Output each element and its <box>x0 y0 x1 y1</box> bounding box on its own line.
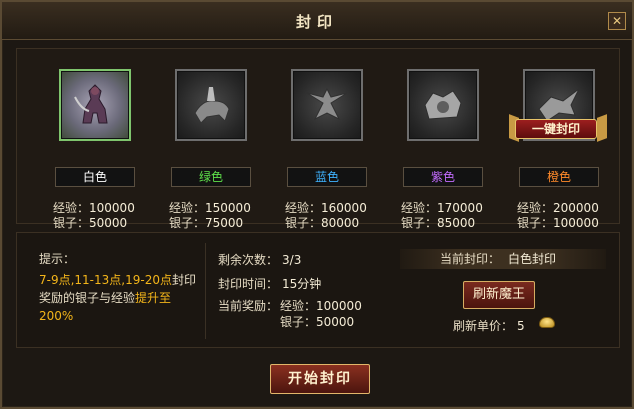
grade-label-green[interactable]: 绿色 <box>171 167 251 187</box>
reward-exp: 经验：100000 <box>280 299 362 313</box>
grade-label-orange[interactable]: 橙色 <box>519 167 599 187</box>
tip-label: 提示： <box>39 252 76 266</box>
window-title: 封印 <box>295 13 338 31</box>
info-panel: 提示： 7-9点,11-13点,19-20点封印奖励的银子与经验提升至 200% … <box>16 232 620 348</box>
grade-silver-purple: 银子：85000 <box>401 216 476 230</box>
refresh-boss-button[interactable]: 刷新魔王 <box>463 281 535 309</box>
monster-portrait-white[interactable] <box>59 69 131 141</box>
start-seal-button[interactable]: 开始封印 <box>270 364 370 394</box>
seal-time: 封印时间： 15分钟 <box>218 277 322 291</box>
divider <box>205 243 206 339</box>
beast-rider-icon <box>194 87 230 124</box>
grade-silver-blue: 银子：80000 <box>285 216 360 230</box>
monster-portrait-purple[interactable] <box>407 69 479 141</box>
armored-beast-icon <box>424 90 462 120</box>
winged-demon-icon <box>306 87 348 121</box>
monster-portrait-blue[interactable] <box>291 69 363 141</box>
grade-panel: 白色 经验：100000 银子：50000 绿色 经验：150000 银子：75… <box>16 48 620 230</box>
one-key-seal-button[interactable]: 一键封印 <box>515 119 597 139</box>
grade-label-white[interactable]: 白色 <box>55 167 135 187</box>
title-bar: 封印 ✕ <box>2 2 632 40</box>
grade-silver-orange: 银子：100000 <box>517 216 599 230</box>
seal-window: 封印 ✕ 白色 经验：100000 银子：50000 绿色 经验：150000 … <box>0 0 634 409</box>
grade-label-purple[interactable]: 紫色 <box>403 167 483 187</box>
grade-label-blue[interactable]: 蓝色 <box>287 167 367 187</box>
current-reward-label: 当前奖励： <box>218 299 279 313</box>
wing-right-icon <box>597 114 607 142</box>
refresh-price: 刷新单价： 5 <box>453 319 525 333</box>
monster-portrait-green[interactable] <box>175 69 247 141</box>
reward-silver: 银子：50000 <box>280 315 355 329</box>
current-seal: 当前封印： 白色封印 <box>400 249 606 269</box>
grade-silver-green: 银子：75000 <box>169 216 244 230</box>
remaining-count: 剩余次数： 3/3 <box>218 253 302 267</box>
grade-silver-white: 银子：50000 <box>53 216 128 230</box>
close-icon[interactable]: ✕ <box>608 12 626 30</box>
demon-warrior-icon <box>74 84 108 124</box>
gold-ingot-icon <box>539 317 555 328</box>
tip-text: 7-9点,11-13点,19-20点封印奖励的银子与经验提升至 200% <box>39 273 196 323</box>
